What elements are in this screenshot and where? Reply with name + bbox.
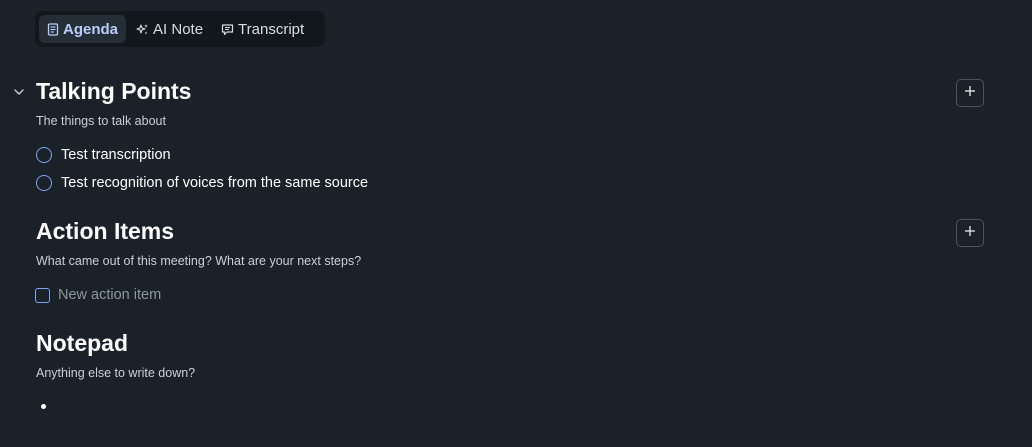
talking-points-subtitle: The things to talk about	[36, 114, 166, 128]
complete-toggle[interactable]	[35, 175, 52, 191]
list-item: Test recognition of voices from the same…	[34, 173, 368, 193]
talking-point-text[interactable]: Test recognition of voices from the same…	[61, 175, 368, 191]
action-items-subtitle: What came out of this meeting? What are …	[36, 254, 362, 268]
action-items-title: Action Items	[36, 218, 175, 244]
complete-toggle[interactable]	[35, 147, 52, 163]
tab-transcript[interactable]: Transcript	[213, 15, 312, 43]
bullet-point	[41, 404, 46, 409]
tab-ai-note[interactable]: AI Note	[128, 15, 211, 43]
talking-point-text[interactable]: Test transcription	[61, 147, 171, 163]
tab-label: Transcript	[238, 20, 305, 38]
tab-agenda[interactable]: Agenda	[39, 15, 127, 43]
collapse-chevron-icon[interactable]	[12, 85, 26, 99]
notepad-title: Notepad	[36, 330, 128, 356]
notepad-subtitle: Anything else to write down?	[36, 366, 196, 380]
chat-bubble-icon	[221, 23, 234, 36]
plus-icon	[964, 84, 976, 102]
tab-label: AI Note	[153, 20, 204, 38]
tab-label: Agenda	[63, 20, 119, 38]
talking-points-title: Talking Points	[36, 78, 192, 104]
notepad-editor[interactable]	[36, 394, 976, 420]
add-action-item-button[interactable]	[956, 219, 984, 247]
new-action-item-input[interactable]	[58, 287, 258, 303]
sparkle-icon	[136, 23, 149, 36]
meeting-notes-page: Agenda AI Note Transcript Talking Points…	[0, 0, 1032, 447]
new-action-item-row	[35, 285, 258, 305]
plus-icon	[964, 224, 976, 242]
list-item: Test transcription	[34, 145, 171, 165]
view-tabbar: Agenda AI Note Transcript	[35, 11, 325, 47]
action-item-checkbox[interactable]	[35, 287, 50, 303]
add-talking-point-button[interactable]	[956, 79, 984, 107]
document-icon	[47, 22, 59, 36]
